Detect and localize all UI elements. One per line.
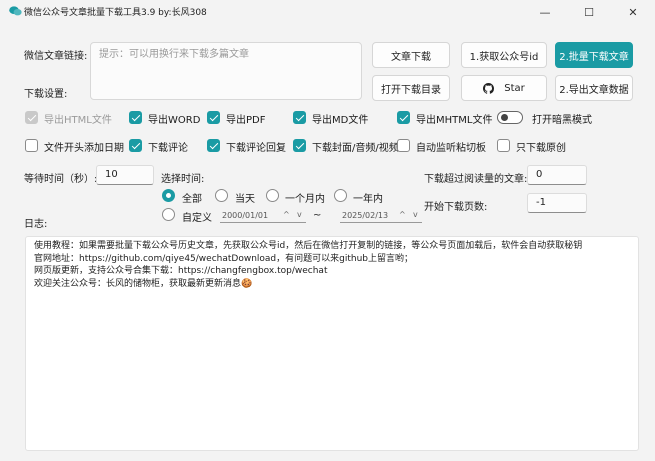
export-pdf-label: 导出PDF: [226, 115, 266, 126]
time-custom-radio[interactable]: [162, 208, 175, 221]
add-date-prefix-label: 文件开头添加日期: [44, 143, 124, 154]
export-word-label: 导出WORD: [148, 115, 201, 126]
dark-mode-label: 打开暗黑模式: [532, 115, 592, 126]
start-date-down-button[interactable]: v: [297, 210, 302, 219]
title-bar: 微信公众号文章批量下载工具3.9 by:长风308 — ☐ ✕: [0, 0, 655, 24]
star-button[interactable]: Star: [461, 75, 547, 101]
time-month-label: 一个月内: [285, 194, 325, 205]
date-range-separator: ~: [313, 210, 322, 221]
log-line: 官网地址：https://github.com/qiye45/wechatDow…: [34, 253, 413, 264]
export-md-label: 导出MD文件: [312, 115, 369, 126]
start-page-label: 开始下载页数:: [424, 202, 488, 213]
end-date-field[interactable]: 2025/02/13: [342, 211, 388, 220]
log-output[interactable]: 使用教程：如果需要批量下载公众号历史文章，先获取公众号id，然后在微信打开复制的…: [25, 236, 639, 451]
maximize-button[interactable]: ☐: [567, 0, 611, 24]
start-page-input[interactable]: -1: [527, 193, 587, 213]
download-media-checkbox[interactable]: [293, 139, 306, 152]
time-custom-label: 自定义: [182, 213, 212, 224]
time-all-radio[interactable]: [162, 189, 175, 202]
minimize-button[interactable]: —: [523, 0, 567, 24]
log-line: 使用教程：如果需要批量下载公众号历史文章，先获取公众号id，然后在微信打开复制的…: [34, 241, 583, 251]
time-year-label: 一年内: [353, 194, 383, 205]
download-comments-checkbox[interactable]: [129, 139, 142, 152]
window-title: 微信公众号文章批量下载工具3.9 by:长风308: [24, 8, 207, 18]
get-account-id-button[interactable]: 1.获取公众号id: [461, 42, 547, 68]
start-date-field[interactable]: 2000/01/01: [222, 211, 268, 220]
article-link-input[interactable]: 提示：可以用换行来下载多篇文章: [90, 42, 362, 100]
download-settings-label: 下载设置:: [24, 89, 68, 100]
time-all-label: 全部: [182, 194, 202, 205]
download-comment-replies-label: 下载评论回复: [226, 143, 286, 154]
time-today-radio[interactable]: [215, 189, 228, 202]
add-date-prefix-checkbox[interactable]: [25, 139, 38, 152]
export-html-checkbox: [25, 111, 38, 124]
wait-time-label: 等待时间（秒）:: [24, 174, 98, 185]
log-label: 日志:: [24, 219, 48, 230]
article-link-label: 微信文章链接:: [24, 51, 88, 62]
download-media-label: 下载封面/音频/视频: [312, 143, 399, 154]
wechat-icon: [9, 6, 22, 16]
batch-download-button[interactable]: 2.批量下载文章: [555, 42, 633, 68]
time-year-radio[interactable]: [334, 189, 347, 202]
wait-time-input[interactable]: 10: [96, 165, 154, 185]
original-only-checkbox[interactable]: [497, 139, 510, 152]
end-date-underline: [340, 222, 422, 223]
article-link-placeholder: 提示：可以用换行来下载多篇文章: [99, 49, 249, 60]
original-only-label: 只下载原创: [516, 143, 566, 154]
open-download-dir-button[interactable]: 打开下载目录: [372, 75, 450, 101]
time-today-label: 当天: [235, 194, 255, 205]
start-date-underline: [220, 222, 306, 223]
export-html-label: 导出HTML文件: [44, 115, 112, 126]
download-article-button[interactable]: 文章下载: [372, 42, 450, 68]
export-pdf-checkbox[interactable]: [207, 111, 220, 124]
read-count-input[interactable]: 0: [527, 165, 587, 185]
export-word-checkbox[interactable]: [129, 111, 142, 124]
download-comments-label: 下载评论: [148, 143, 188, 154]
export-mhtml-label: 导出MHTML文件: [416, 115, 493, 126]
star-label: Star: [504, 82, 525, 94]
export-article-data-button[interactable]: 2.导出文章数据: [555, 75, 633, 101]
download-comment-replies-checkbox[interactable]: [207, 139, 220, 152]
end-date-up-button[interactable]: ^: [399, 210, 406, 219]
log-line: 网页版更新，支持公众号合集下载：https://changfengbox.top…: [34, 266, 328, 276]
log-line: 欢迎关注公众号：长风的储物柜，获取最新更新消息🍪: [34, 278, 253, 289]
select-time-label: 选择时间:: [161, 174, 205, 185]
start-date-up-button[interactable]: ^: [283, 210, 290, 219]
auto-clipboard-label: 自动监听粘切板: [416, 143, 486, 154]
end-date-down-button[interactable]: v: [413, 210, 418, 219]
export-mhtml-checkbox[interactable]: [397, 111, 410, 124]
github-icon: [483, 82, 495, 94]
export-md-checkbox[interactable]: [293, 111, 306, 124]
read-count-label: 下载超过阅读量的文章:: [424, 174, 528, 185]
close-button[interactable]: ✕: [611, 0, 655, 24]
dark-mode-toggle[interactable]: [497, 111, 523, 124]
auto-clipboard-checkbox[interactable]: [397, 139, 410, 152]
time-month-radio[interactable]: [266, 189, 279, 202]
